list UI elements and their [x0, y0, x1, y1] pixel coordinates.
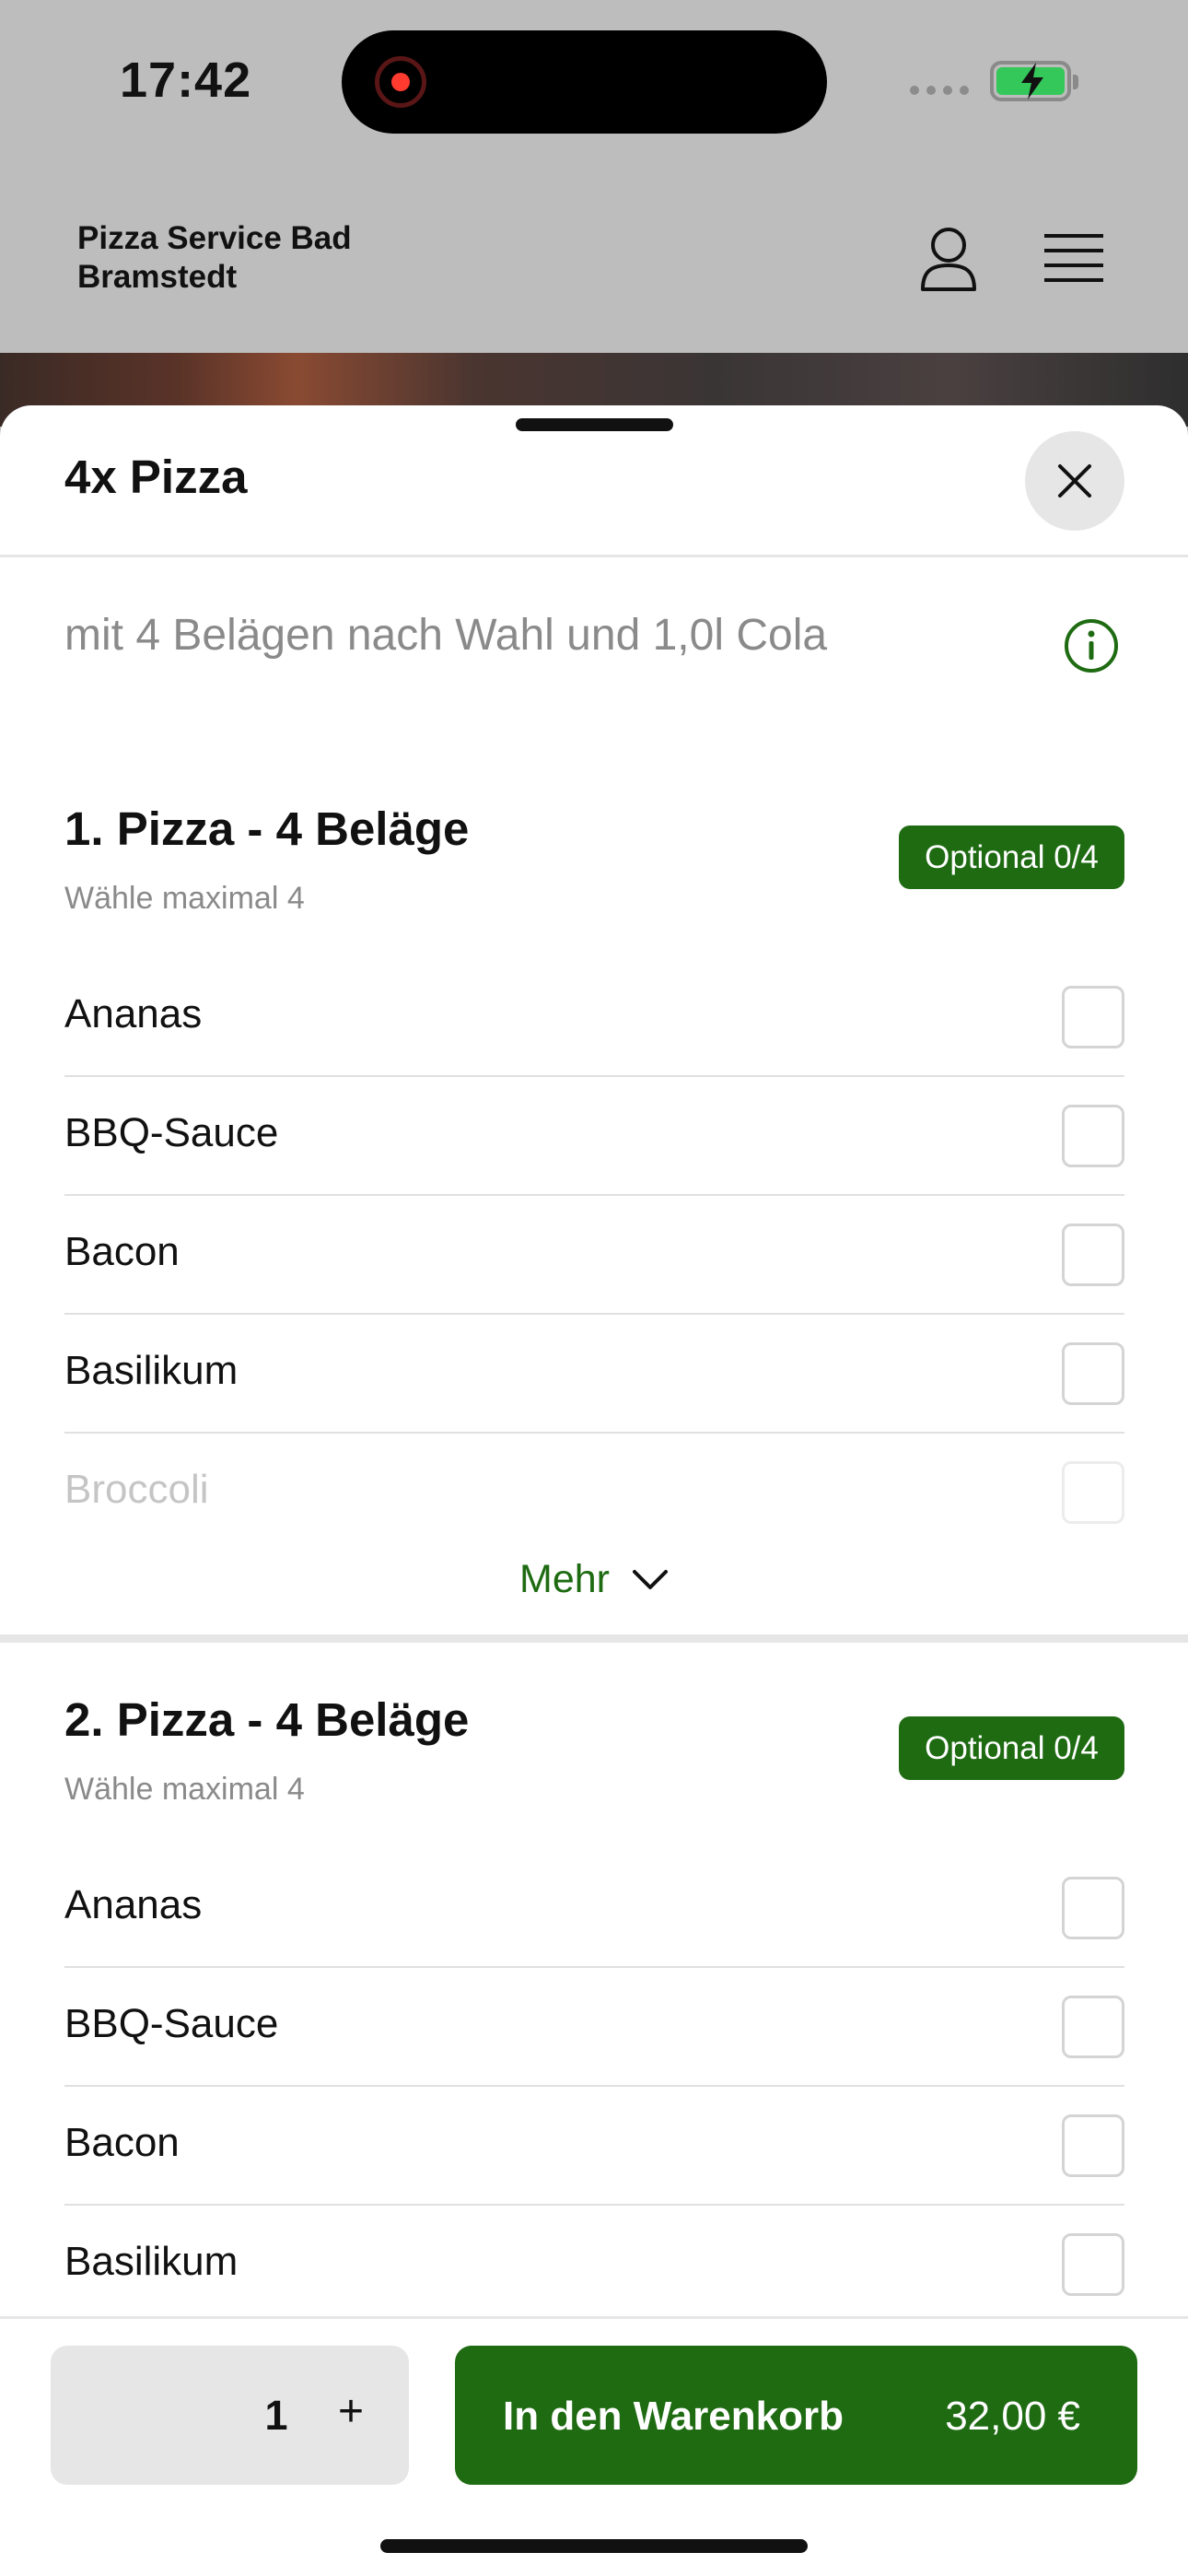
option-checkbox[interactable] [1062, 1461, 1124, 1524]
hamburger-menu-icon[interactable] [1044, 232, 1103, 288]
option-row[interactable]: BBQ-Sauce [64, 1077, 1124, 1196]
optional-badge: Optional 0/4 [899, 1716, 1124, 1780]
option-row[interactable]: Basilikum [64, 2206, 1124, 2324]
total-price: 32,00 € [945, 2394, 1080, 2439]
option-row[interactable]: Bacon [64, 1196, 1124, 1315]
option-row[interactable]: Basilikum [64, 1315, 1124, 1434]
info-icon[interactable] [1063, 617, 1120, 679]
action-bar: 1 + In den Warenkorb 32,00 € [0, 2316, 1188, 2576]
option-row[interactable]: BBQ-Sauce [64, 1968, 1124, 2087]
group-subtitle: Wähle maximal 4 [64, 881, 305, 916]
clock: 17:42 [120, 53, 252, 108]
quantity-stepper[interactable]: 1 + [51, 2346, 409, 2485]
option-row[interactable]: Ananas [64, 1849, 1124, 1968]
option-checkbox[interactable] [1062, 2233, 1124, 2296]
product-sheet: 4x Pizza mit 4 Belägen nach Wahl und 1,0… [0, 405, 1188, 2576]
add-to-cart-label: In den Warenkorb [503, 2394, 844, 2439]
product-description: mit 4 Belägen nach Wahl und 1,0l Cola [64, 611, 828, 660]
option-checkbox[interactable] [1062, 986, 1124, 1048]
chevron-down-icon [632, 1569, 668, 1589]
group-title: 1. Pizza - 4 Beläge [64, 802, 470, 855]
group-subtitle: Wähle maximal 4 [64, 1772, 305, 1807]
option-label: BBQ-Sauce [64, 1110, 279, 1155]
close-icon [1058, 464, 1091, 498]
product-title: 4x Pizza [64, 451, 248, 503]
show-more-label: Mehr [519, 1557, 610, 1602]
option-label: BBQ-Sauce [64, 2001, 279, 2046]
restaurant-name: Pizza Service Bad Bramstedt [77, 220, 352, 295]
divider [0, 555, 1188, 557]
signal-icon [910, 86, 969, 95]
option-checkbox[interactable] [1062, 1996, 1124, 2058]
option-checkbox[interactable] [1062, 1224, 1124, 1286]
option-checkbox[interactable] [1062, 1105, 1124, 1167]
app-header: Pizza Service Bad Bramstedt [0, 166, 1188, 353]
option-label: Ananas [64, 991, 203, 1036]
show-more-button[interactable]: Mehr [0, 1555, 1188, 1602]
option-checkbox[interactable] [1062, 1342, 1124, 1405]
group-title: 2. Pizza - 4 Beläge [64, 1693, 470, 1746]
add-to-cart-button[interactable]: In den Warenkorb 32,00 € [455, 2346, 1137, 2485]
option-label: Broccoli [64, 1467, 209, 1512]
option-label: Bacon [64, 1229, 180, 1274]
battery-charging-icon [990, 61, 1078, 101]
option-label: Basilikum [64, 1348, 239, 1393]
status-bar: 17:42 [0, 0, 1188, 166]
option-row[interactable]: Broccoli [64, 1434, 1124, 1552]
option-row[interactable]: Ananas [64, 958, 1124, 1077]
option-label: Bacon [64, 2120, 180, 2165]
option-checkbox[interactable] [1062, 2114, 1124, 2177]
optional-badge: Optional 0/4 [899, 825, 1124, 889]
option-row[interactable]: Bacon [64, 2087, 1124, 2206]
user-icon[interactable] [919, 227, 978, 298]
option-label: Basilikum [64, 2239, 239, 2284]
quantity-value: 1 [264, 2392, 288, 2439]
option-checkbox[interactable] [1062, 1877, 1124, 1939]
option-label: Ananas [64, 1882, 203, 1927]
home-indicator[interactable] [380, 2539, 808, 2553]
dynamic-island [342, 30, 827, 134]
close-button[interactable] [1025, 431, 1124, 531]
recording-indicator-icon [375, 56, 426, 108]
increment-button[interactable]: + [323, 2386, 379, 2437]
section-separator [0, 1634, 1188, 1643]
sheet-grabber[interactable] [516, 418, 673, 431]
